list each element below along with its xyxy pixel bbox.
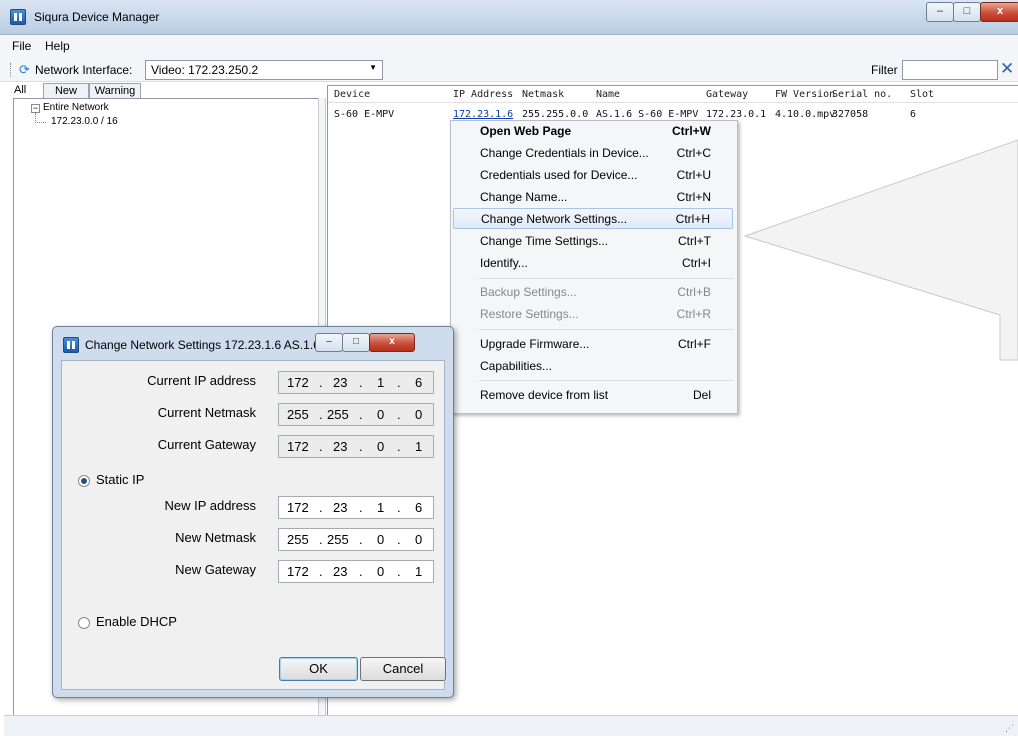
menu-help[interactable]: Help bbox=[45, 39, 70, 53]
current-ip-label: Current IP address bbox=[147, 373, 256, 388]
current-netmask-field: 255 . 255 . 0 . 0 bbox=[278, 403, 434, 426]
menu-item-remove-device[interactable]: Remove device from list Del bbox=[451, 385, 737, 406]
cell-fw[interactable]: 4.10.0.mpv bbox=[775, 109, 835, 120]
clear-filter-icon[interactable]: ✕ bbox=[1000, 59, 1014, 79]
cell-gateway[interactable]: 172.23.0.1 bbox=[706, 109, 766, 120]
menu-item-restore-settings[interactable]: Restore Settings... Ctrl+R bbox=[451, 304, 737, 325]
menu-item-change-time-settings[interactable]: Change Time Settings... Ctrl+T bbox=[451, 231, 737, 252]
status-bar: ⋰ bbox=[4, 715, 1018, 736]
menu-file[interactable]: File bbox=[12, 39, 31, 53]
cell-name[interactable]: AS.1.6 S-60 E-MPV bbox=[596, 109, 698, 120]
column-header-ip[interactable]: IP Address bbox=[453, 89, 513, 100]
column-header-gateway[interactable]: Gateway bbox=[706, 89, 748, 100]
menu-item-upgrade-firmware[interactable]: Upgrade Firmware... Ctrl+F bbox=[451, 334, 737, 355]
ok-button[interactable]: OK bbox=[279, 657, 358, 681]
menu-item-change-credentials[interactable]: Change Credentials in Device... Ctrl+C bbox=[451, 143, 737, 164]
context-menu: Open Web Page Ctrl+W Change Credentials … bbox=[450, 120, 738, 414]
column-header-netmask[interactable]: Netmask bbox=[522, 89, 564, 100]
current-gateway-field: 172 . 23 . 0 . 1 bbox=[278, 435, 434, 458]
dialog-body: Current IP address 172 . 23 . 1 . 6 Curr… bbox=[61, 360, 445, 690]
current-gateway-label: Current Gateway bbox=[157, 437, 256, 452]
resize-grip-icon[interactable]: ⋰ bbox=[1005, 723, 1014, 734]
network-interface-value: Video: 172.23.250.2 bbox=[151, 63, 259, 77]
tab-all[interactable]: All bbox=[14, 83, 38, 98]
maximize-button[interactable]: □ bbox=[953, 2, 981, 22]
network-interface-label: Network Interface: bbox=[35, 63, 133, 77]
menu-separator bbox=[479, 278, 733, 279]
enable-dhcp-radio[interactable] bbox=[78, 617, 90, 629]
menu-bar: File Help bbox=[0, 35, 1018, 57]
change-network-settings-dialog: Change Network Settings 172.23.1.6 AS.1.… bbox=[52, 326, 454, 698]
tree-connector bbox=[35, 113, 46, 123]
column-header-serial[interactable]: Serial no. bbox=[832, 89, 892, 100]
dialog-title: Change Network Settings 172.23.1.6 AS.1.… bbox=[85, 338, 352, 352]
column-header-slot[interactable]: Slot bbox=[910, 89, 934, 100]
menu-item-capabilities[interactable]: Capabilities... bbox=[451, 356, 737, 377]
column-header-name[interactable]: Name bbox=[596, 89, 620, 100]
dialog-minimize-button[interactable]: – bbox=[315, 333, 343, 352]
filter-input[interactable] bbox=[902, 60, 998, 80]
header-divider bbox=[328, 102, 1018, 103]
static-ip-radio[interactable] bbox=[78, 475, 90, 487]
new-ip-label: New IP address bbox=[164, 498, 256, 513]
tab-new[interactable]: New bbox=[43, 83, 89, 99]
window-title: Siqura Device Manager bbox=[34, 10, 160, 24]
column-header-device[interactable]: Device bbox=[334, 89, 370, 100]
static-ip-label[interactable]: Static IP bbox=[96, 472, 144, 487]
cell-netmask[interactable]: 255.255.0.0 bbox=[522, 109, 588, 120]
dialog-app-icon bbox=[63, 337, 79, 353]
cell-ip-link[interactable]: 172.23.1.6 bbox=[453, 109, 513, 120]
toolbar: ⟳ Network Interface: Video: 172.23.250.2… bbox=[0, 57, 1018, 82]
tab-warning[interactable]: Warning bbox=[89, 83, 141, 99]
menu-item-change-network-settings[interactable]: Change Network Settings... Ctrl+H bbox=[453, 208, 733, 229]
menu-separator bbox=[479, 329, 733, 330]
app-icon bbox=[10, 9, 26, 25]
new-gateway-label: New Gateway bbox=[175, 562, 256, 577]
refresh-icon[interactable]: ⟳ bbox=[19, 62, 30, 78]
tree-collapse-icon[interactable]: − bbox=[31, 104, 40, 113]
current-ip-field: 172 . 23 . 1 . 6 bbox=[278, 371, 434, 394]
new-netmask-label: New Netmask bbox=[175, 530, 256, 545]
filter-label: Filter bbox=[871, 63, 898, 77]
menu-item-backup-settings[interactable]: Backup Settings... Ctrl+B bbox=[451, 282, 737, 303]
new-netmask-field[interactable]: 255 . 255 . 0 . 0 bbox=[278, 528, 434, 551]
cell-slot[interactable]: 6 bbox=[910, 109, 916, 120]
menu-item-credentials-used[interactable]: Credentials used for Device... Ctrl+U bbox=[451, 165, 737, 186]
menu-separator bbox=[479, 380, 733, 381]
menu-item-change-name[interactable]: Change Name... Ctrl+N bbox=[451, 187, 737, 208]
title-bar: Siqura Device Manager – □ x bbox=[0, 0, 1018, 35]
enable-dhcp-label[interactable]: Enable DHCP bbox=[96, 614, 177, 629]
current-netmask-label: Current Netmask bbox=[157, 405, 256, 420]
menu-item-open-web-page[interactable]: Open Web Page Ctrl+W bbox=[451, 121, 737, 142]
tree-item-entire-network[interactable]: Entire Network bbox=[43, 102, 109, 113]
cell-serial[interactable]: 327058 bbox=[832, 109, 868, 120]
new-ip-field[interactable]: 172 . 23 . 1 . 6 bbox=[278, 496, 434, 519]
network-interface-select[interactable]: Video: 172.23.250.2 ▼ bbox=[145, 60, 383, 80]
minimize-button[interactable]: – bbox=[926, 2, 954, 22]
column-header-fw[interactable]: FW Version bbox=[775, 89, 835, 100]
cancel-button[interactable]: Cancel bbox=[360, 657, 446, 681]
menu-item-identify[interactable]: Identify... Ctrl+I bbox=[451, 253, 737, 274]
toolbar-grip[interactable] bbox=[10, 63, 13, 77]
cell-device[interactable]: S-60 E-MPV bbox=[334, 109, 394, 120]
new-gateway-field[interactable]: 172 . 23 . 0 . 1 bbox=[278, 560, 434, 583]
tree-item-subnet[interactable]: 172.23.0.0 / 16 bbox=[51, 116, 118, 127]
close-button[interactable]: x bbox=[980, 2, 1018, 22]
dialog-maximize-button[interactable]: □ bbox=[342, 333, 370, 352]
chevron-down-icon: ▼ bbox=[369, 63, 377, 72]
dialog-close-button[interactable]: x bbox=[369, 333, 415, 352]
